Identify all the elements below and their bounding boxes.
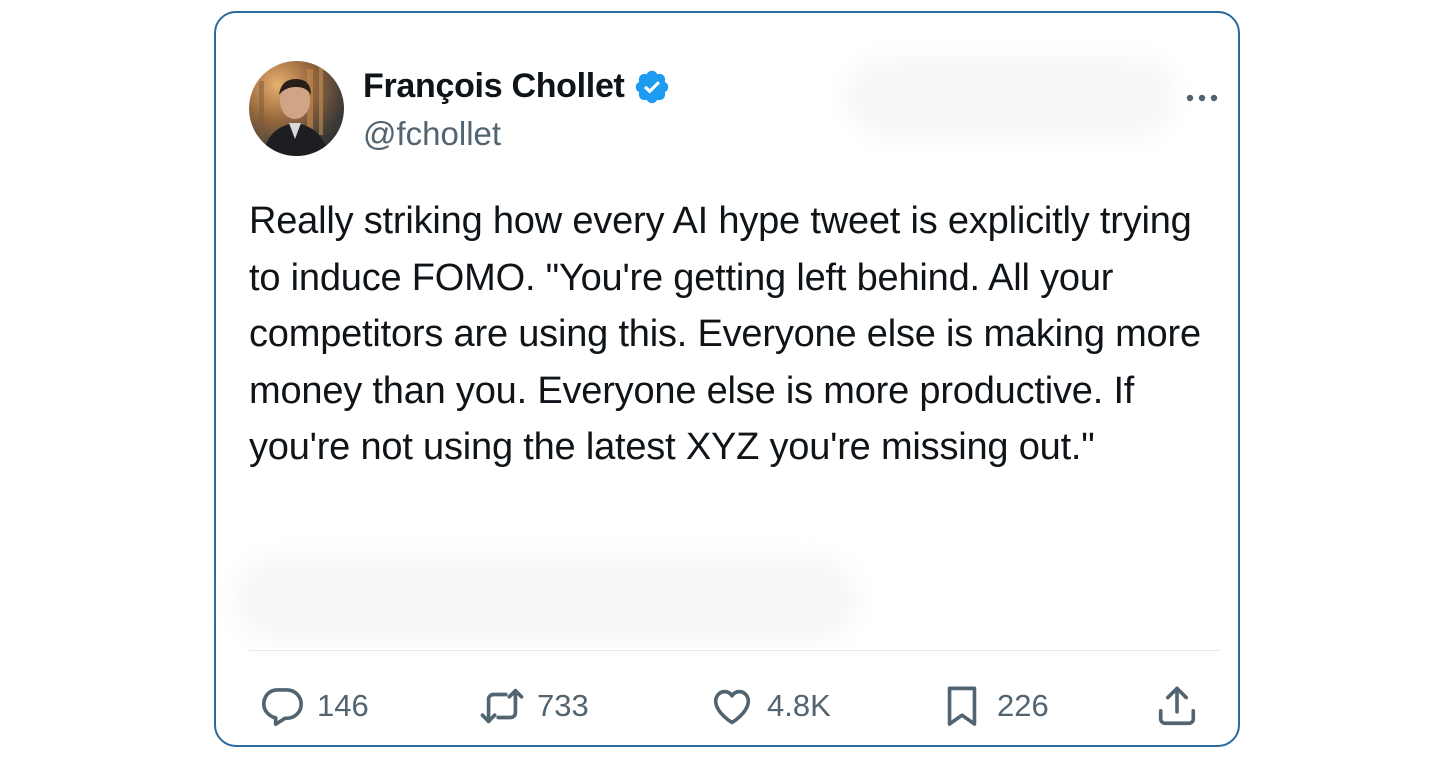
- heart-icon: [709, 683, 755, 729]
- action-bar: 146 733 4.8K 226: [249, 681, 1220, 731]
- tweet-text: Really striking how every AI hype tweet …: [249, 200, 1201, 469]
- reply-icon: [259, 683, 305, 729]
- share-button[interactable]: [1154, 681, 1200, 731]
- reply-button[interactable]: 146: [259, 681, 369, 731]
- like-button[interactable]: 4.8K: [709, 681, 831, 731]
- repost-button[interactable]: 733: [479, 681, 589, 731]
- more-options-icon[interactable]: [1182, 83, 1222, 113]
- like-count: 4.8K: [767, 688, 831, 723]
- author-display-name[interactable]: François Chollet: [363, 67, 625, 106]
- share-icon: [1154, 683, 1200, 729]
- redacted-region: [846, 57, 1176, 137]
- redacted-region: [236, 559, 856, 639]
- divider: [249, 650, 1220, 651]
- verified-badge-icon: [633, 68, 671, 106]
- tweet-card: François Chollet @fchollet Really striki…: [214, 11, 1240, 747]
- repost-icon: [479, 683, 525, 729]
- reply-count: 146: [317, 688, 369, 723]
- author-name-row: François Chollet: [363, 67, 671, 106]
- bookmark-icon: [939, 683, 985, 729]
- author-avatar[interactable]: [249, 61, 344, 156]
- bookmark-button[interactable]: 226: [939, 681, 1049, 731]
- bookmark-count: 226: [997, 688, 1049, 723]
- author-handle[interactable]: @fchollet: [363, 115, 501, 153]
- repost-count: 733: [537, 688, 589, 723]
